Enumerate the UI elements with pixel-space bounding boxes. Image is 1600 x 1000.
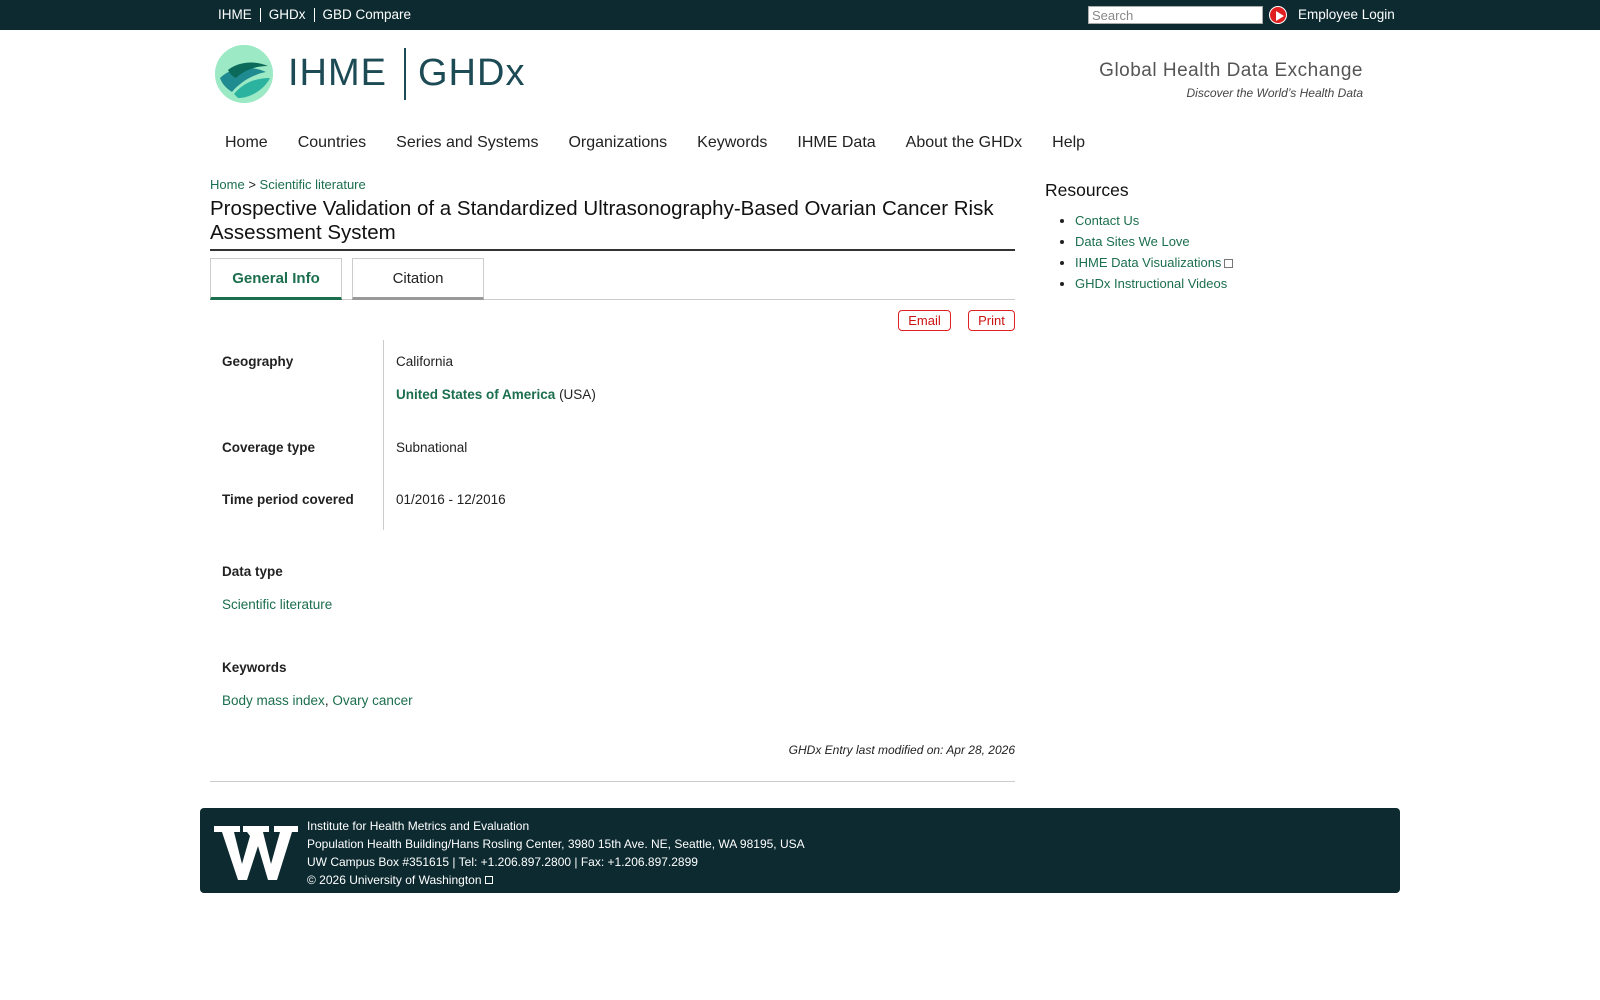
breadcrumb-current[interactable]: Scientific literature	[260, 177, 366, 192]
keywords-label: Keywords	[222, 660, 287, 675]
contact-us-link[interactable]: Contact Us	[1075, 213, 1139, 228]
keyword-link[interactable]: Ovary cancer	[332, 693, 412, 708]
nav-series-and-systems[interactable]: Series and Systems	[381, 130, 553, 156]
nav-help[interactable]: Help	[1037, 130, 1100, 156]
time-period-label: Time period covered	[222, 492, 354, 507]
instructional-videos-link[interactable]: GHDx Instructional Videos	[1075, 276, 1227, 291]
time-period-value: 01/2016 - 12/2016	[396, 492, 506, 507]
tab-general-info[interactable]: General Info	[210, 258, 342, 300]
breadcrumb: Home > Scientific literature	[210, 177, 366, 192]
data-type-label: Data type	[222, 564, 283, 579]
top-link-gbd-compare[interactable]: GBD Compare	[313, 8, 420, 22]
nav-organizations[interactable]: Organizations	[553, 130, 682, 156]
geography-country: United States of America (USA)	[396, 387, 596, 402]
page-title: Prospective Validation of a Standardized…	[210, 197, 1015, 251]
uw-link[interactable]: University of Washington	[349, 873, 481, 887]
site-tagline-title: Global Health Data Exchange	[1099, 60, 1363, 81]
footer-contact: UW Campus Box #351615 | Tel: +1.206.897.…	[307, 855, 698, 869]
nav-countries[interactable]: Countries	[283, 130, 381, 156]
logo-ihme-text[interactable]: IHME	[288, 52, 387, 95]
keywords-list: Body mass index, Ovary cancer	[222, 693, 413, 708]
footer: Institute for Health Metrics and Evaluat…	[200, 808, 1400, 893]
nav-home[interactable]: Home	[210, 130, 283, 156]
top-link-ghdx[interactable]: GHDx	[259, 8, 314, 22]
external-link-icon	[1224, 259, 1234, 268]
last-modified: GHDx Entry last modified on: Apr 28, 202…	[788, 743, 1015, 757]
content-divider	[210, 781, 1015, 782]
employee-login-link[interactable]: Employee Login	[1298, 7, 1395, 22]
nav-keywords[interactable]: Keywords	[682, 130, 782, 156]
print-button[interactable]: Print	[968, 310, 1015, 331]
resources-list: Contact Us Data Sites We Love IHME Data …	[1075, 213, 1234, 297]
coverage-type-label: Coverage type	[222, 440, 316, 455]
footer-org-name: Institute for Health Metrics and Evaluat…	[307, 819, 530, 833]
tab-citation[interactable]: Citation	[352, 258, 484, 300]
tab-bar: General Info Citation	[210, 258, 1015, 300]
footer-text: Institute for Health Metrics and Evaluat…	[307, 817, 805, 889]
nav-about-ghdx[interactable]: About the GHDx	[891, 130, 1038, 156]
breadcrumb-separator: >	[248, 177, 256, 192]
resources-title: Resources	[1045, 180, 1129, 200]
top-link-ihme[interactable]: IHME	[210, 8, 260, 22]
keyword-link[interactable]: Body mass index	[222, 693, 325, 708]
email-button[interactable]: Email	[898, 310, 951, 331]
main-nav: Home Countries Series and Systems Organi…	[210, 130, 1100, 156]
site-tagline-sub: Discover the World’s Health Data	[1186, 86, 1363, 100]
footer-copyright-line: © 2026 University of Washington	[307, 871, 805, 889]
ihme-logo-icon[interactable]	[214, 44, 274, 104]
keyword-separator: ,	[324, 693, 329, 708]
search-go-icon[interactable]	[1269, 6, 1287, 24]
breadcrumb-home[interactable]: Home	[210, 177, 245, 192]
logo-divider	[404, 48, 406, 100]
data-sites-link[interactable]: Data Sites We Love	[1075, 234, 1190, 249]
data-type-value: Scientific literature	[222, 597, 332, 612]
data-type-link[interactable]: Scientific literature	[222, 597, 332, 612]
external-link-icon	[484, 876, 493, 884]
geography-country-code: (USA)	[559, 387, 596, 402]
footer-copyright: © 2026	[307, 873, 346, 887]
resources-item: IHME Data Visualizations	[1075, 255, 1234, 270]
footer-address: Population Health Building/Hans Rosling …	[307, 837, 805, 851]
coverage-type-value: Subnational	[396, 440, 468, 455]
top-bar: IHME GHDx GBD Compare Employee Login	[0, 0, 1600, 30]
uw-w-logo-icon[interactable]	[214, 822, 298, 882]
search-input[interactable]	[1088, 6, 1263, 24]
nav-ihme-data[interactable]: IHME Data	[782, 130, 890, 156]
geography-country-link[interactable]: United States of America	[396, 387, 555, 402]
top-links: IHME GHDx GBD Compare	[210, 0, 419, 30]
geography-label: Geography	[222, 354, 294, 369]
geography-value: California	[396, 354, 454, 369]
ihme-viz-link[interactable]: IHME Data Visualizations	[1075, 255, 1221, 270]
resources-item: Contact Us	[1075, 213, 1233, 228]
resources-item: GHDx Instructional Videos	[1075, 276, 1233, 291]
resources-item: Data Sites We Love	[1075, 234, 1233, 249]
field-table-divider	[383, 340, 384, 530]
logo-ghdx-text[interactable]: GHDx	[418, 52, 525, 95]
